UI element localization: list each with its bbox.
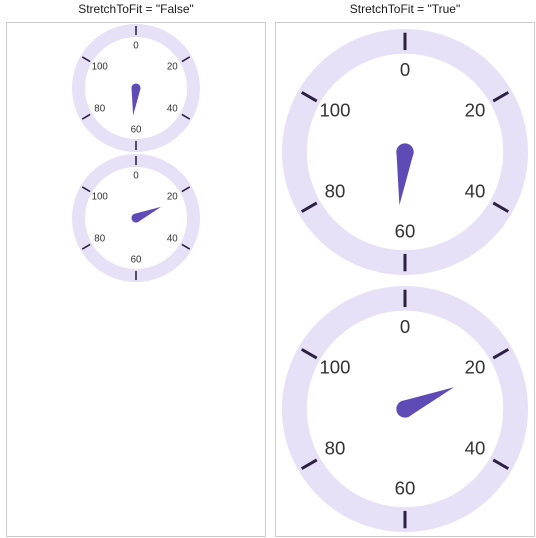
gauge-tick-label: 40 [167, 234, 178, 245]
gauge-tick-label: 80 [325, 180, 346, 201]
gauge-icon: 0 20 40 60 80 100 [281, 28, 529, 276]
gauge-icon: 0 20 40 60 80 100 [71, 23, 201, 153]
gauge-tick-label: 0 [133, 171, 139, 182]
gauge-tick-label: 80 [94, 234, 105, 245]
gauge-tick-label: 60 [395, 220, 416, 241]
gauge-tick-label: 60 [131, 124, 142, 135]
gauge-hub [396, 400, 413, 417]
gauge-slot-left-1: 0 20 40 60 80 100 [7, 153, 265, 283]
figure-root: StretchToFit = "False" StretchToFit = "T… [0, 0, 536, 538]
gauge-tick-label: 80 [325, 437, 346, 458]
gauge-tick-label: 0 [400, 316, 410, 337]
gauge-tick-label: 40 [465, 180, 486, 201]
panel-stretch-true: 0 20 40 60 80 100 0 20 40 60 80 100 [275, 22, 535, 537]
gauge-tick-label: 20 [167, 192, 178, 203]
header-left-prefix: StretchToFit = [78, 2, 156, 16]
header-right: StretchToFit = "True" [275, 2, 535, 20]
gauge-hub [396, 143, 413, 160]
gauge-tick-label: 20 [465, 99, 486, 120]
header-left-value: "False" [156, 2, 194, 16]
header-left: StretchToFit = "False" [6, 2, 266, 20]
panel-stretch-false: 0 20 40 60 80 100 0 20 40 60 80 100 [6, 22, 266, 537]
gauge-tick-label: 40 [167, 104, 178, 115]
gauge-hub [131, 213, 140, 222]
gauge-slot-right-1: 0 20 40 60 80 100 [276, 280, 534, 537]
gauge-hub [131, 83, 140, 92]
gauge-icon: 0 20 40 60 80 100 [281, 285, 529, 533]
header-right-prefix: StretchToFit = [350, 2, 428, 16]
gauge-tick-label: 0 [133, 41, 139, 52]
gauge-tick-label: 0 [400, 59, 410, 80]
gauge-tick-label: 100 [92, 192, 109, 203]
gauge-icon: 0 20 40 60 80 100 [71, 153, 201, 283]
gauge-tick-label: 100 [92, 62, 109, 73]
gauge-tick-label: 20 [465, 356, 486, 377]
gauge-tick-label: 80 [94, 104, 105, 115]
gauge-tick-label: 40 [465, 437, 486, 458]
gauge-slot-right-0: 0 20 40 60 80 100 [276, 23, 534, 280]
gauge-tick-label: 60 [131, 254, 142, 265]
gauge-tick-label: 100 [319, 99, 350, 120]
gauge-tick-label: 20 [167, 62, 178, 73]
gauge-tick-label: 100 [319, 356, 350, 377]
header-right-value: "True" [427, 2, 460, 16]
gauge-slot-left-0: 0 20 40 60 80 100 [7, 23, 265, 153]
gauge-tick-label: 60 [395, 477, 416, 498]
